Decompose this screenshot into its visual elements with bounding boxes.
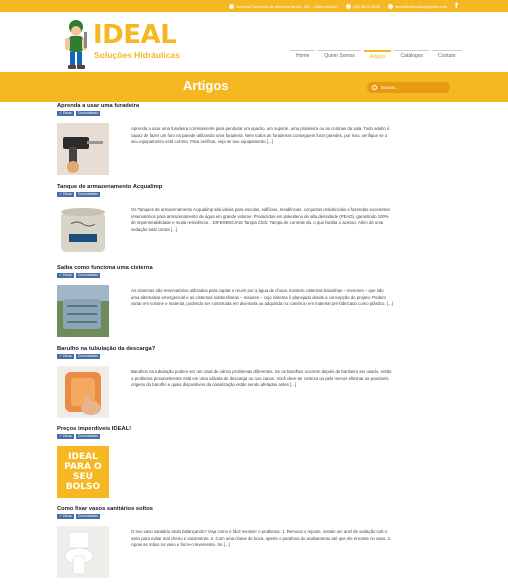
- brand-tagline: Soluções Hidráulicas: [94, 50, 180, 60]
- post-title[interactable]: Como fixar vasos sanitários soltos: [57, 505, 452, 513]
- email-text[interactable]: ideal@hidraulica@gmail.com: [395, 4, 447, 9]
- post-item: Barulho na tubulação da descarga? ✓ Dicas…: [57, 345, 452, 425]
- tag-curiosidades[interactable]: Curiosidades: [75, 354, 101, 359]
- page-title: Artigos: [183, 78, 229, 93]
- brand-name[interactable]: IDEAL: [93, 22, 177, 48]
- tag-label: Curiosidades: [77, 192, 99, 196]
- tag-curiosidades[interactable]: Curiosidades: [75, 273, 101, 278]
- check-icon: ✓: [59, 111, 62, 115]
- promo-photo[interactable]: IDEAL PARA O SEU BOLSO: [57, 446, 109, 498]
- phone-info[interactable]: (35) 3622-3602: [345, 3, 380, 9]
- tag-label: Dicas: [62, 354, 72, 358]
- address-info: Avenida Tancredo de Almeida Neves, 331 -…: [229, 3, 338, 9]
- facebook-icon[interactable]: f: [455, 2, 458, 10]
- tag-curiosidades[interactable]: Curiosidades: [75, 192, 101, 197]
- tag-dicas[interactable]: ✓ Dicas: [57, 434, 74, 439]
- post-tags: ✓ Dicas Curiosidades: [57, 354, 452, 359]
- tag-label: Dicas: [62, 434, 72, 438]
- check-icon: ✓: [59, 514, 62, 518]
- top-info-bar: Avenida Tancredo de Almeida Neves, 331 -…: [0, 0, 508, 12]
- page-banner: Artigos: [0, 72, 508, 102]
- post-item: Saiba como funciona uma cisterna ✓ Dicas …: [57, 264, 452, 344]
- post-item: Tanque de armazenamento Acqualimp ✓ Dicas…: [57, 183, 452, 263]
- check-icon: ✓: [59, 354, 62, 358]
- tag-label: Curiosidades: [77, 514, 99, 518]
- nav-artigos[interactable]: Artigos: [363, 50, 392, 62]
- tag-label: Curiosidades: [77, 273, 99, 277]
- post-item: Aprenda a usar uma furadeira ✓ Dicas Curi…: [57, 102, 452, 182]
- post-title[interactable]: Saiba como funciona uma cisterna: [57, 264, 452, 272]
- search-box[interactable]: [367, 82, 450, 93]
- post-item: Como fixar vasos sanitários soltos ✓ Dica…: [57, 505, 452, 585]
- tag-curiosidades[interactable]: Curiosidades: [75, 434, 101, 439]
- location-icon: [229, 3, 235, 9]
- tag-label: Dicas: [62, 192, 72, 196]
- tag-curiosidades[interactable]: Curiosidades: [75, 514, 101, 519]
- search-input[interactable]: [381, 85, 441, 90]
- plumber-mascot-icon[interactable]: [62, 18, 92, 70]
- post-title[interactable]: Tanque de armazenamento Acqualimp: [57, 183, 452, 191]
- post-excerpt: Barulhos na tubulação podem ser um sinal…: [131, 369, 392, 387]
- tag-dicas[interactable]: ✓ Dicas: [57, 273, 74, 278]
- post-excerpt: Aprenda a usar uma furadeira corretament…: [131, 126, 390, 144]
- email-info[interactable]: ideal@hidraulica@gmail.com: [388, 3, 447, 9]
- post-tags: ✓ Dicas Curiosidades: [57, 434, 452, 439]
- nav-contato[interactable]: Contato: [432, 50, 462, 62]
- promo-text: IDEAL PARA O SEU BOLSO: [64, 452, 102, 492]
- post-tags: ✓ Dicas Curiosidades: [57, 514, 452, 519]
- tag-dicas[interactable]: ✓ Dicas: [57, 514, 74, 519]
- main-nav: Home Quem Somos Artigos Catálogos Contat…: [290, 50, 465, 62]
- tank-photo[interactable]: [57, 204, 109, 256]
- post-title[interactable]: Aprenda a usar uma furadeira: [57, 102, 452, 110]
- tag-label: Dicas: [62, 514, 72, 518]
- search-icon[interactable]: [372, 85, 377, 90]
- post-title[interactable]: Barulho na tubulação da descarga?: [57, 345, 452, 353]
- toilet-photo[interactable]: [57, 526, 109, 578]
- flush-button-photo[interactable]: [57, 366, 109, 418]
- post-excerpt: O seu vaso sanitário anda balançando? Ve…: [131, 529, 392, 547]
- post-tags: ✓ Dicas Curiosidades: [57, 111, 452, 116]
- tag-dicas[interactable]: ✓ Dicas: [57, 192, 74, 197]
- tag-label: Curiosidades: [77, 111, 99, 115]
- nav-catalogos[interactable]: Catálogos: [394, 50, 429, 62]
- phone-icon: [345, 3, 351, 9]
- post-excerpt: Os Tanques de armazenamento Acqualimp sã…: [131, 207, 391, 232]
- check-icon: ✓: [59, 273, 62, 277]
- post-item: Preços imperdíveis IDEAL! ✓ Dicas Curiosi…: [57, 425, 452, 505]
- mail-icon: [388, 3, 394, 9]
- site-header: IDEAL Soluções Hidráulicas Home Quem Som…: [0, 12, 508, 72]
- check-icon: ✓: [59, 434, 62, 438]
- tag-dicas[interactable]: ✓ Dicas: [57, 354, 74, 359]
- post-excerpt: As cisternas são reservatórios utilizado…: [131, 288, 393, 306]
- tag-label: Curiosidades: [77, 354, 99, 358]
- nav-quem-somos[interactable]: Quem Somos: [318, 50, 361, 62]
- address-text: Avenida Tancredo de Almeida Neves, 331 -…: [236, 3, 338, 9]
- post-tags: ✓ Dicas Curiosidades: [57, 192, 452, 197]
- post-title[interactable]: Preços imperdíveis IDEAL!: [57, 425, 452, 433]
- tag-label: Curiosidades: [77, 434, 99, 438]
- tag-dicas[interactable]: ✓ Dicas: [57, 111, 74, 116]
- drill-photo[interactable]: [57, 123, 109, 175]
- post-tags: ✓ Dicas Curiosidades: [57, 273, 452, 278]
- tag-label: Dicas: [62, 273, 72, 277]
- tag-curiosidades[interactable]: Curiosidades: [75, 111, 101, 116]
- phone-text[interactable]: (35) 3622-3602: [353, 4, 380, 9]
- cistern-photo[interactable]: [57, 285, 109, 337]
- check-icon: ✓: [59, 192, 62, 196]
- nav-home[interactable]: Home: [290, 50, 316, 62]
- tag-label: Dicas: [62, 111, 72, 115]
